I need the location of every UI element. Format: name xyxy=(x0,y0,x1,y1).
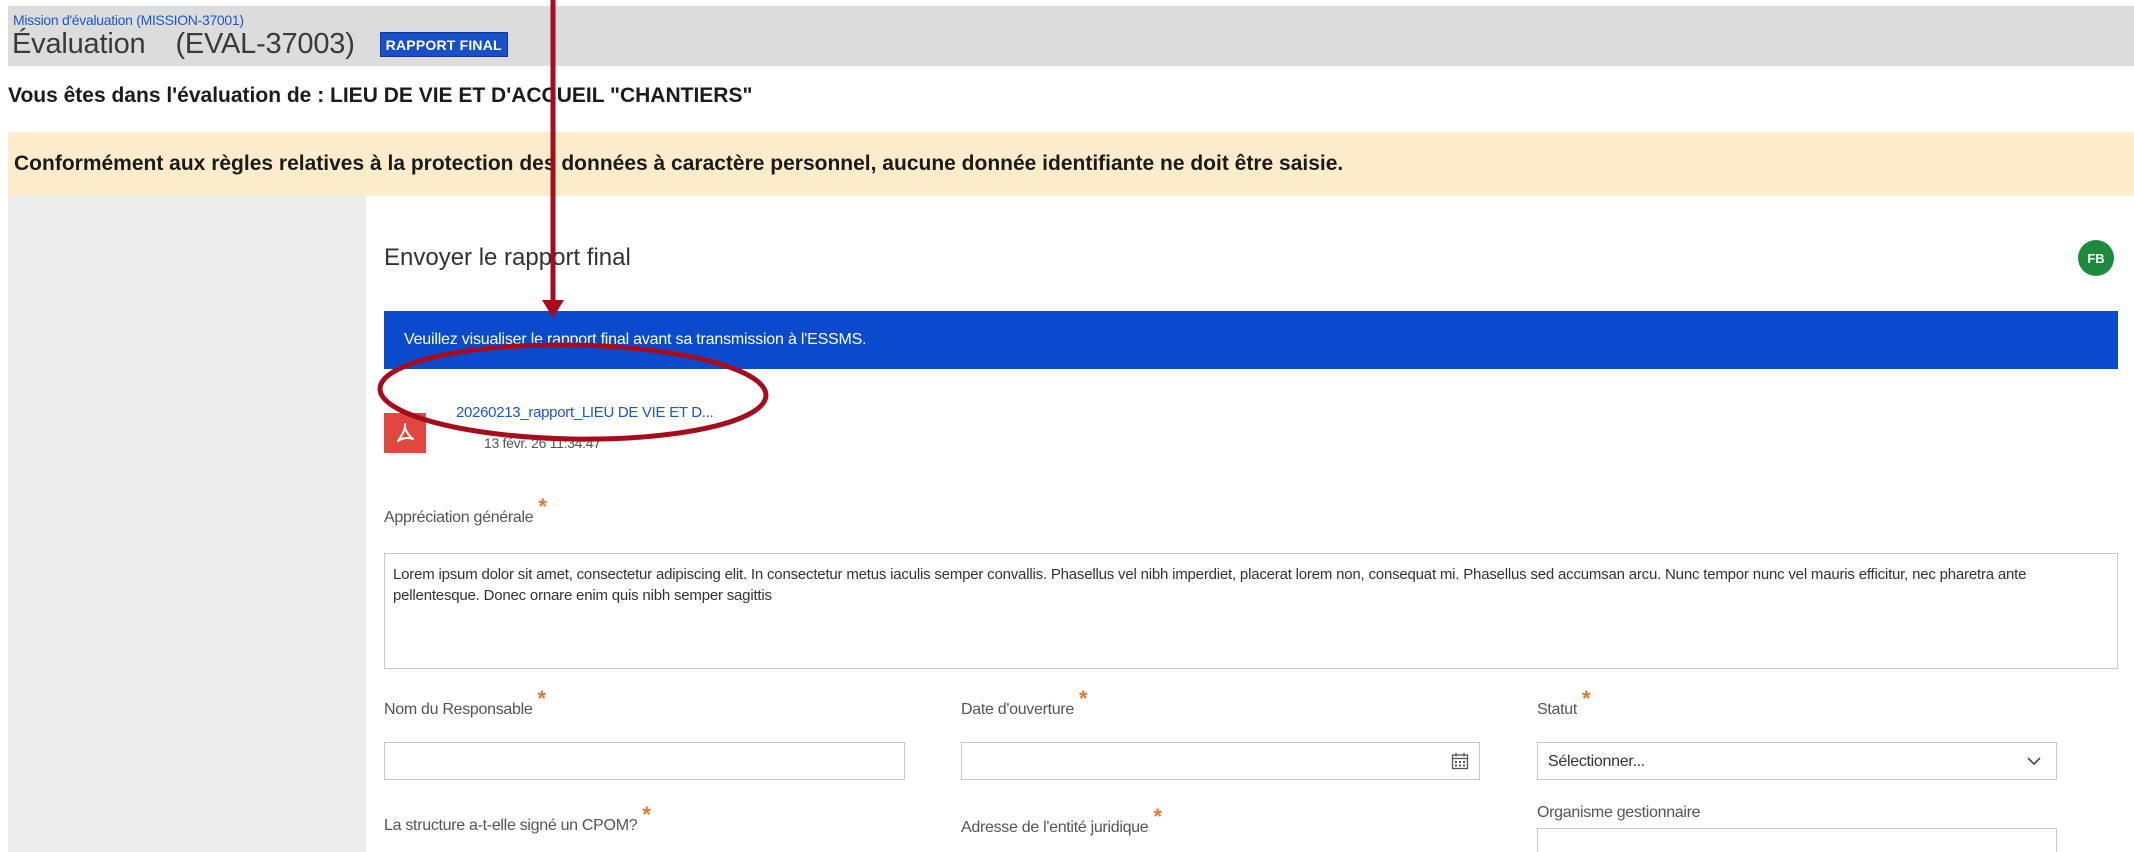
required-mark: * xyxy=(1079,686,1088,711)
info-banner: Veuillez visualiser le rapport final ava… xyxy=(384,311,2118,369)
appreciation-textarea[interactable]: Lorem ipsum dolor sit amet, consectetur … xyxy=(384,553,2118,669)
statut-label: Statut * xyxy=(1537,686,1591,720)
appreciation-label: Appréciation générale * xyxy=(384,494,547,528)
status-badge: RAPPORT FINAL xyxy=(379,32,508,57)
responsable-label: Nom du Responsable * xyxy=(384,686,546,720)
adresse-label-text: Adresse de l'entité juridique xyxy=(961,819,1149,836)
statut-select[interactable]: Sélectionner... xyxy=(1537,742,2057,780)
page-code: (EVAL-37003) xyxy=(175,28,355,60)
statut-value: Sélectionner... xyxy=(1548,753,1645,770)
required-mark: * xyxy=(538,494,547,519)
date-label-text: Date d'ouverture xyxy=(961,701,1074,718)
required-mark: * xyxy=(1153,804,1162,829)
avatar[interactable]: FB xyxy=(2078,240,2114,276)
send-report-card: Envoyer le rapport final FB Veuillez vis… xyxy=(366,218,2134,852)
cpom-label-text: La structure a-t-elle signé un CPOM? xyxy=(384,817,638,834)
organisme-label: Organisme gestionnaire xyxy=(1537,804,1701,821)
title-row: Évaluation (EVAL-37003) RAPPORT FINAL xyxy=(12,28,508,61)
date-input[interactable] xyxy=(961,742,1480,780)
file-date: 13 févr. 26 11:34:47 xyxy=(484,435,601,451)
responsable-label-text: Nom du Responsable xyxy=(384,701,533,718)
required-mark: * xyxy=(642,802,651,827)
responsable-input[interactable] xyxy=(384,742,905,780)
file-item[interactable]: 20260213_rapport_LIEU DE VIE ET D... 13 … xyxy=(384,383,784,453)
warning-text: Conformément aux règles relatives à la p… xyxy=(14,152,1344,175)
left-panel xyxy=(8,196,366,852)
breadcrumb[interactable]: Mission d'évaluation (MISSION-37001) xyxy=(13,12,244,28)
pdf-icon[interactable] xyxy=(384,413,426,453)
page: Mission d'évaluation (MISSION-37001) Éva… xyxy=(0,0,2134,852)
statut-label-text: Statut xyxy=(1537,701,1578,718)
header-bar: Mission d'évaluation (MISSION-37001) Éva… xyxy=(8,6,2134,66)
cpom-label: La structure a-t-elle signé un CPOM? * xyxy=(384,802,651,836)
organisme-input[interactable] xyxy=(1537,828,2057,852)
card-title: Envoyer le rapport final xyxy=(384,244,631,271)
required-mark: * xyxy=(1582,686,1591,711)
context-line: Vous êtes dans l'évaluation de : LIEU DE… xyxy=(8,84,753,107)
required-mark: * xyxy=(537,686,546,711)
calendar-icon[interactable] xyxy=(1451,752,1469,770)
page-title: Évaluation xyxy=(12,28,146,60)
chevron-down-icon[interactable] xyxy=(2026,753,2042,769)
date-label: Date d'ouverture * xyxy=(961,686,1088,720)
appreciation-label-text: Appréciation générale xyxy=(384,509,534,526)
adresse-label: Adresse de l'entité juridique * xyxy=(961,804,1162,838)
warning-banner: Conformément aux règles relatives à la p… xyxy=(8,132,2134,196)
file-link[interactable]: 20260213_rapport_LIEU DE VIE ET D... xyxy=(456,404,714,421)
